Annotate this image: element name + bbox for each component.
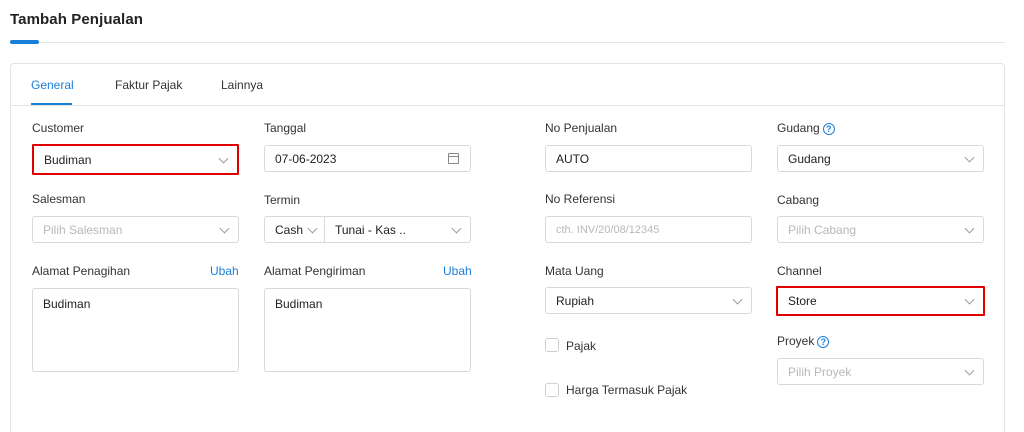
title-underline	[10, 40, 39, 44]
alamat-pengiriman-label: Alamat Pengiriman	[264, 264, 366, 278]
title-divider	[39, 42, 1005, 43]
tanggal-value: 07-06-2023	[275, 151, 337, 166]
termin-account-select[interactable]: Tunai - Kas ..	[325, 217, 470, 242]
gudang-label-text: Gudang	[777, 121, 820, 135]
cabang-select[interactable]: Pilih Cabang	[777, 216, 984, 243]
alamat-penagihan-edit-link[interactable]: Ubah	[210, 264, 239, 278]
alamat-pengiriman-value: Budiman	[275, 297, 323, 311]
chevron-down-icon	[964, 365, 975, 376]
alamat-penagihan-textarea[interactable]: Budiman	[32, 288, 239, 372]
no-referensi-placeholder: cth. INV/20/08/12345	[556, 223, 660, 236]
gudang-select[interactable]: Gudang	[777, 145, 984, 172]
tab-general[interactable]: General	[31, 78, 74, 92]
form-card: General Faktur Pajak Lainnya Customer Bu…	[10, 63, 1005, 432]
no-penjualan-input[interactable]: AUTO	[545, 145, 752, 172]
help-icon[interactable]: ?	[817, 336, 830, 348]
chevron-down-icon	[451, 223, 462, 234]
alamat-pengiriman-textarea[interactable]: Budiman	[264, 288, 471, 372]
salesman-label: Salesman	[32, 192, 86, 206]
no-referensi-input[interactable]: cth. INV/20/08/12345	[545, 216, 752, 243]
termin-label: Termin	[264, 193, 301, 207]
gudang-label: Gudang?	[777, 121, 835, 135]
chevron-down-icon	[218, 153, 229, 164]
channel-value: Store	[788, 294, 817, 308]
termin-account-value: Tunai - Kas ..	[335, 222, 406, 237]
cabang-label: Cabang	[777, 193, 820, 207]
tab-faktur-pajak[interactable]: Faktur Pajak	[115, 78, 182, 92]
no-penjualan-label: No Penjualan	[545, 121, 618, 135]
harga-termasuk-pajak-checkbox[interactable]	[545, 383, 559, 397]
proyek-placeholder: Pilih Proyek	[788, 364, 852, 379]
channel-label: Channel	[777, 264, 822, 278]
mata-uang-label: Mata Uang	[545, 264, 604, 278]
active-tab-indicator	[31, 103, 72, 105]
termin-type-select[interactable]: Cash	[265, 217, 324, 242]
termin-type-value: Cash	[275, 222, 304, 237]
chevron-down-icon	[964, 294, 975, 305]
tab-bar: General Faktur Pajak Lainnya	[11, 64, 1004, 106]
calendar-icon[interactable]	[448, 153, 459, 164]
salesman-select[interactable]: Pilih Salesman	[32, 216, 239, 243]
proyek-label-text: Proyek	[777, 334, 815, 348]
cabang-placeholder: Pilih Cabang	[788, 222, 857, 237]
page-title: Tambah Penjualan	[10, 11, 144, 28]
tab-lainnya[interactable]: Lainnya	[221, 78, 263, 92]
chevron-down-icon	[307, 223, 318, 234]
alamat-penagihan-value: Budiman	[43, 297, 91, 311]
channel-select[interactable]: Store	[776, 286, 985, 316]
gudang-value: Gudang	[788, 151, 831, 166]
customer-select[interactable]: Budiman	[32, 144, 239, 175]
alamat-penagihan-label: Alamat Penagihan	[32, 264, 131, 278]
chevron-down-icon	[964, 223, 975, 234]
chevron-down-icon	[964, 152, 975, 163]
tanggal-label: Tanggal	[264, 121, 307, 135]
no-referensi-label: No Referensi	[545, 192, 616, 206]
harga-termasuk-pajak-label: Harga Termasuk Pajak	[566, 383, 688, 397]
proyek-label: Proyek?	[777, 334, 830, 348]
customer-label: Customer	[32, 121, 85, 135]
tanggal-date-field[interactable]: 07-06-2023	[264, 145, 471, 172]
pajak-checkbox[interactable]	[545, 338, 559, 352]
chevron-down-icon	[219, 223, 230, 234]
mata-uang-select[interactable]: Rupiah	[545, 287, 752, 314]
salesman-placeholder: Pilih Salesman	[43, 222, 123, 237]
customer-value: Budiman	[44, 152, 92, 167]
pajak-label: Pajak	[566, 339, 597, 353]
alamat-pengiriman-edit-link[interactable]: Ubah	[443, 264, 472, 278]
mata-uang-value: Rupiah	[556, 293, 595, 308]
termin-group: Cash Tunai - Kas ..	[264, 216, 471, 243]
help-icon[interactable]: ?	[822, 123, 835, 135]
no-penjualan-value: AUTO	[556, 151, 590, 166]
proyek-select[interactable]: Pilih Proyek	[777, 358, 984, 385]
chevron-down-icon	[732, 294, 743, 305]
